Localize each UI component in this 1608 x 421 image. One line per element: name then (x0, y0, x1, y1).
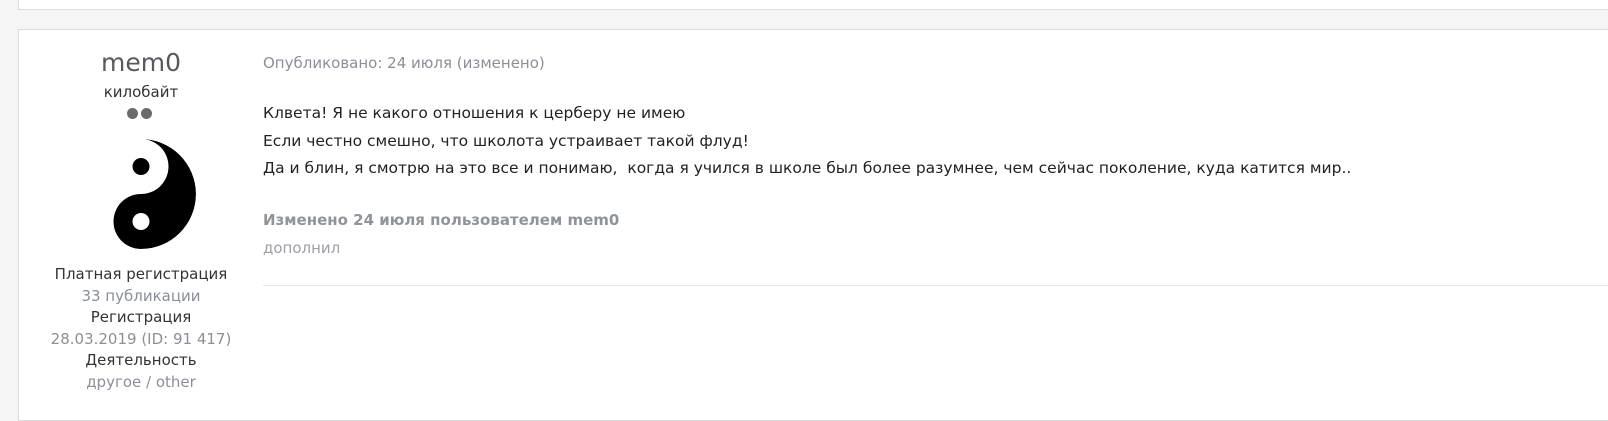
forum-post: mem0 килобайт Платная регистрация 33 пуб… (18, 29, 1608, 421)
rank-pips-icon (127, 108, 153, 120)
post-body-line: Клвета! Я не какого отношения к церберу … (263, 104, 686, 122)
post-body-line: Да и блин, я смотрю на это все и понимаю… (263, 159, 1352, 177)
author-activity-label: Деятельность (85, 351, 197, 369)
rank-pip-icon (127, 108, 138, 119)
edited-note: Изменено 24 июля пользователем mem0 (263, 211, 620, 229)
author-group: Платная регистрация (54, 265, 228, 283)
author-rank: килобайт (103, 83, 179, 101)
author-joined-label: Регистрация (90, 308, 192, 326)
yin-yang-avatar-icon[interactable] (86, 139, 196, 249)
previous-post-edge (18, 0, 1608, 10)
author-name-link[interactable]: mem0 (19, 48, 263, 78)
edit-reason: дополнил (263, 239, 341, 257)
author-posts-link[interactable]: 33 публикации (19, 286, 263, 306)
rank-pip-icon (141, 108, 152, 119)
post-body: Клвета! Я не какого отношения к церберу … (263, 100, 1351, 183)
author-activity-value: другое / other (86, 373, 196, 391)
post-divider (263, 285, 1608, 286)
post-date-link[interactable]: Опубликовано: 24 июля (изменено) (263, 54, 545, 72)
author-joined-value: 28.03.2019 (ID: 91 417) (50, 330, 232, 348)
post-body-line: Если честно смешно, что школота устраива… (263, 131, 749, 150)
